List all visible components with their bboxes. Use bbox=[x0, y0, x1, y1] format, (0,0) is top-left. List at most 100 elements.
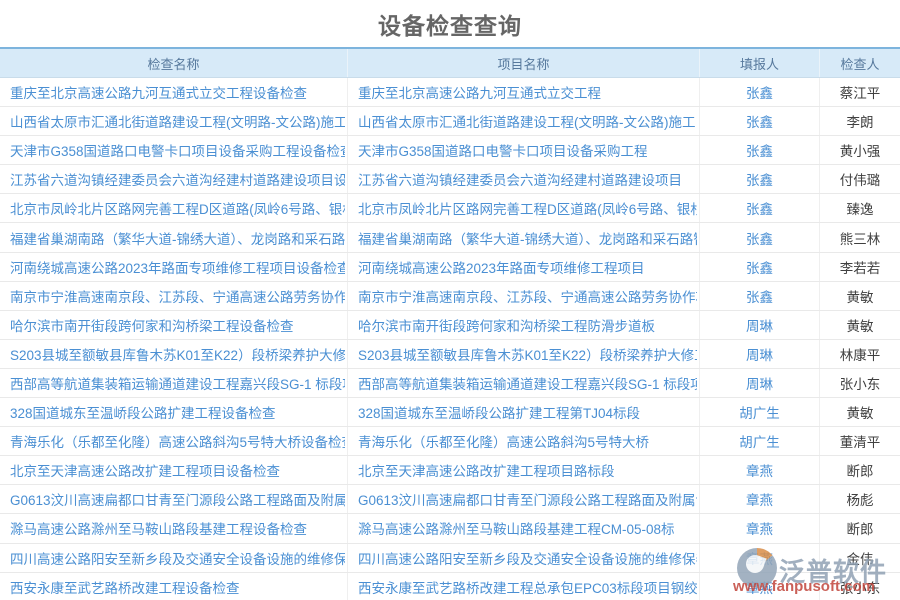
inspection-name-link[interactable]: 福建省巢湖南路（繁华大道-锦绣大道）、龙岗路和采石路智能化设备检查 bbox=[10, 228, 345, 248]
filler-link[interactable]: 章燕 bbox=[746, 548, 773, 568]
table-body: 重庆至北京高速公路九河互通式立交工程设备检查 重庆至北京高速公路九河互通式立交工… bbox=[0, 78, 900, 600]
filler-link[interactable]: 胡广生 bbox=[739, 431, 780, 451]
project-name-cell: 西部高等航道集装箱运输通道建设工程嘉兴段SG-1 标段项目 bbox=[348, 369, 700, 397]
project-name-link[interactable]: 哈尔滨市南开街段跨何家和沟桥梁工程防滑步道板 bbox=[358, 315, 655, 335]
inspection-name-link[interactable]: 西安永康至武艺路桥改建工程设备检查 bbox=[10, 577, 240, 597]
filler-cell: 周琳 bbox=[700, 311, 820, 339]
project-name-cell: 南京市宁淮高速南京段、江苏段、宁通高速公路劳务协作项目 bbox=[348, 282, 700, 310]
filler-link[interactable]: 周琳 bbox=[746, 315, 773, 335]
project-name-link[interactable]: 青海乐化（乐都至化隆）高速公路斜沟5号特大桥 bbox=[358, 431, 649, 451]
inspection-name-cell: 天津市G358国道路口电警卡口项目设备采购工程设备检查 bbox=[0, 136, 348, 164]
project-name-link[interactable]: 山西省太原市汇通北街道路建设工程(文明路-文公路)施工 bbox=[358, 111, 696, 131]
filler-cell: 张鑫 bbox=[700, 165, 820, 193]
project-name-link[interactable]: 南京市宁淮高速南京段、江苏段、宁通高速公路劳务协作项目 bbox=[358, 286, 697, 306]
inspector-cell: 李朗 bbox=[820, 107, 900, 135]
filler-link[interactable]: 章燕 bbox=[746, 518, 773, 538]
inspection-name-cell: S203县城至额敏县库鲁木苏K01至K22）段桥梁养护大修工程设备检查 bbox=[0, 340, 348, 368]
inspection-name-cell: 滁马高速公路滁州至马鞍山路段基建工程设备检查 bbox=[0, 514, 348, 542]
filler-link[interactable]: 章燕 bbox=[746, 489, 773, 509]
project-name-link[interactable]: 北京市凤岭北片区路网完善工程D区道路(凤岭6号路、银杉路) bbox=[358, 198, 697, 218]
inspection-name-link[interactable]: 青海乐化（乐都至化隆）高速公路斜沟5号特大桥设备检查 bbox=[10, 431, 345, 451]
inspection-name-link[interactable]: 山西省太原市汇通北街道路建设工程(文明路-文公路)施工设备检查 bbox=[10, 111, 345, 131]
filler-link[interactable]: 张鑫 bbox=[746, 198, 773, 218]
inspection-name-link[interactable]: 四川高速公路阳安至新乡段及交通安全设备设施的维修保养设备检查 bbox=[10, 548, 345, 568]
inspector-text: 蔡江平 bbox=[840, 82, 881, 102]
project-name-link[interactable]: 重庆至北京高速公路九河互通式立交工程 bbox=[358, 82, 601, 102]
filler-link[interactable]: 张鑫 bbox=[746, 257, 773, 277]
project-name-link[interactable]: S203县城至额敏县库鲁木苏K01至K22）段桥梁养护大修工程 bbox=[358, 344, 697, 364]
project-name-link[interactable]: 四川高速公路阳安至新乡段及交通安全设备设施的维修保养 bbox=[358, 548, 697, 568]
table-row: 北京市凤岭北片区路网完善工程D区道路(凤岭6号路、银杉路)设备检查 北京市凤岭北… bbox=[0, 194, 900, 223]
table-row: 福建省巢湖南路（繁华大道-锦绣大道）、龙岗路和采石路智能化设备检查 福建省巢湖南… bbox=[0, 223, 900, 252]
table-row: 四川高速公路阳安至新乡段及交通安全设备设施的维修保养设备检查 四川高速公路阳安至… bbox=[0, 544, 900, 573]
filler-cell: 张鑫 bbox=[700, 78, 820, 106]
filler-link[interactable]: 章燕 bbox=[746, 460, 773, 480]
filler-cell: 章燕 bbox=[700, 485, 820, 513]
filler-link[interactable]: 张鑫 bbox=[746, 111, 773, 131]
inspection-name-link[interactable]: 北京至天津高速公路改扩建工程项目设备检查 bbox=[10, 460, 280, 480]
filler-link[interactable]: 周琳 bbox=[746, 344, 773, 364]
project-name-cell: 哈尔滨市南开街段跨何家和沟桥梁工程防滑步道板 bbox=[348, 311, 700, 339]
project-name-cell: 青海乐化（乐都至化隆）高速公路斜沟5号特大桥 bbox=[348, 427, 700, 455]
filler-cell: 章燕 bbox=[700, 573, 820, 600]
inspection-name-link[interactable]: 天津市G358国道路口电警卡口项目设备采购工程设备检查 bbox=[10, 140, 345, 160]
inspection-name-link[interactable]: 江苏省六道沟镇经建委员会六道沟经建村道路建设项目设备检查 bbox=[10, 169, 345, 189]
inspector-cell: 付伟璐 bbox=[820, 165, 900, 193]
inspector-text: 李朗 bbox=[847, 111, 874, 131]
project-name-link[interactable]: 西安永康至武艺路桥改建工程总承包EPC03标段项目钢绞线 bbox=[358, 577, 697, 597]
filler-link[interactable]: 章燕 bbox=[746, 577, 773, 597]
project-name-link[interactable]: 328国道城东至温峤段公路扩建工程第TJ04标段 bbox=[358, 402, 640, 422]
filler-link[interactable]: 张鑫 bbox=[746, 82, 773, 102]
project-name-link[interactable]: 滁马高速公路滁州至马鞍山路段基建工程CM-05-08标 bbox=[358, 518, 675, 538]
inspector-text: 李若若 bbox=[840, 257, 881, 277]
inspection-name-link[interactable]: 滁马高速公路滁州至马鞍山路段基建工程设备检查 bbox=[10, 518, 307, 538]
inspector-cell: 蔡江平 bbox=[820, 78, 900, 106]
inspection-name-cell: 福建省巢湖南路（繁华大道-锦绣大道）、龙岗路和采石路智能化设备检查 bbox=[0, 223, 348, 251]
filler-link[interactable]: 周琳 bbox=[746, 373, 773, 393]
inspector-text: 林康平 bbox=[840, 344, 881, 364]
inspector-text: 熊三林 bbox=[840, 228, 881, 248]
project-name-link[interactable]: 西部高等航道集装箱运输通道建设工程嘉兴段SG-1 标段项目 bbox=[358, 373, 697, 393]
inspection-name-link[interactable]: 哈尔滨市南开街段跨何家和沟桥梁工程设备检查 bbox=[10, 315, 294, 335]
table-row: G0613汶川高速扁都口甘青至门源段公路工程路面及附属设施设备检查 G0613汶… bbox=[0, 485, 900, 514]
project-name-link[interactable]: 北京至天津高速公路改扩建工程项目路标段 bbox=[358, 460, 615, 480]
filler-cell: 胡广生 bbox=[700, 427, 820, 455]
inspection-name-link[interactable]: 西部高等航道集装箱运输通道建设工程嘉兴段SG-1 标段项目设备检查 bbox=[10, 373, 345, 393]
inspector-text: 董清平 bbox=[840, 431, 881, 451]
inspection-name-link[interactable]: 328国道城东至温峤段公路扩建工程设备检查 bbox=[10, 402, 276, 422]
project-name-link[interactable]: 河南绕城高速公路2023年路面专项维修工程项目 bbox=[358, 257, 645, 277]
inspector-text: 断郎 bbox=[847, 518, 874, 538]
filler-link[interactable]: 张鑫 bbox=[746, 140, 773, 160]
inspection-name-link[interactable]: S203县城至额敏县库鲁木苏K01至K22）段桥梁养护大修工程设备检查 bbox=[10, 344, 345, 364]
filler-link[interactable]: 张鑫 bbox=[746, 286, 773, 306]
filler-cell: 张鑫 bbox=[700, 223, 820, 251]
project-name-cell: G0613汶川高速扁都口甘青至门源段公路工程路面及附属设施 bbox=[348, 485, 700, 513]
equipment-inspection-query-page: 设备检查查询 检查名称 项目名称 填报人 检查人 重庆至北京高速公路九河互通式立… bbox=[0, 0, 900, 600]
table-row: 西安永康至武艺路桥改建工程设备检查 西安永康至武艺路桥改建工程总承包EPC03标… bbox=[0, 573, 900, 600]
inspection-name-link[interactable]: 重庆至北京高速公路九河互通式立交工程设备检查 bbox=[10, 82, 307, 102]
inspection-name-cell: G0613汶川高速扁都口甘青至门源段公路工程路面及附属设施设备检查 bbox=[0, 485, 348, 513]
inspection-name-link[interactable]: 河南绕城高速公路2023年路面专项维修工程项目设备检查 bbox=[10, 257, 345, 277]
filler-cell: 周琳 bbox=[700, 369, 820, 397]
header-project-name: 项目名称 bbox=[348, 49, 700, 77]
inspector-cell: 李若若 bbox=[820, 253, 900, 281]
filler-cell: 张鑫 bbox=[700, 253, 820, 281]
filler-link[interactable]: 张鑫 bbox=[746, 228, 773, 248]
inspector-cell: 黄小强 bbox=[820, 136, 900, 164]
inspection-name-cell: 哈尔滨市南开街段跨何家和沟桥梁工程设备检查 bbox=[0, 311, 348, 339]
inspection-name-link[interactable]: 北京市凤岭北片区路网完善工程D区道路(凤岭6号路、银杉路)设备检查 bbox=[10, 198, 345, 218]
project-name-cell: 福建省巢湖南路（繁华大道-锦绣大道）、龙岗路和采石路智能化 bbox=[348, 223, 700, 251]
filler-link[interactable]: 张鑫 bbox=[746, 169, 773, 189]
table-row: 西部高等航道集装箱运输通道建设工程嘉兴段SG-1 标段项目设备检查 西部高等航道… bbox=[0, 369, 900, 398]
project-name-link[interactable]: G0613汶川高速扁都口甘青至门源段公路工程路面及附属设施 bbox=[358, 489, 697, 509]
inspector-cell: 臻逸 bbox=[820, 194, 900, 222]
project-name-cell: 天津市G358国道路口电警卡口项目设备采购工程 bbox=[348, 136, 700, 164]
filler-cell: 胡广生 bbox=[700, 398, 820, 426]
project-name-link[interactable]: 福建省巢湖南路（繁华大道-锦绣大道）、龙岗路和采石路智能化 bbox=[358, 228, 697, 248]
project-name-link[interactable]: 天津市G358国道路口电警卡口项目设备采购工程 bbox=[358, 140, 648, 160]
inspector-cell: 董清平 bbox=[820, 427, 900, 455]
project-name-link[interactable]: 江苏省六道沟镇经建委员会六道沟经建村道路建设项目 bbox=[358, 169, 682, 189]
inspection-name-link[interactable]: G0613汶川高速扁都口甘青至门源段公路工程路面及附属设施设备检查 bbox=[10, 489, 345, 509]
inspection-name-link[interactable]: 南京市宁淮高速南京段、江苏段、宁通高速公路劳务协作项目设备检查 bbox=[10, 286, 345, 306]
filler-link[interactable]: 胡广生 bbox=[739, 402, 780, 422]
